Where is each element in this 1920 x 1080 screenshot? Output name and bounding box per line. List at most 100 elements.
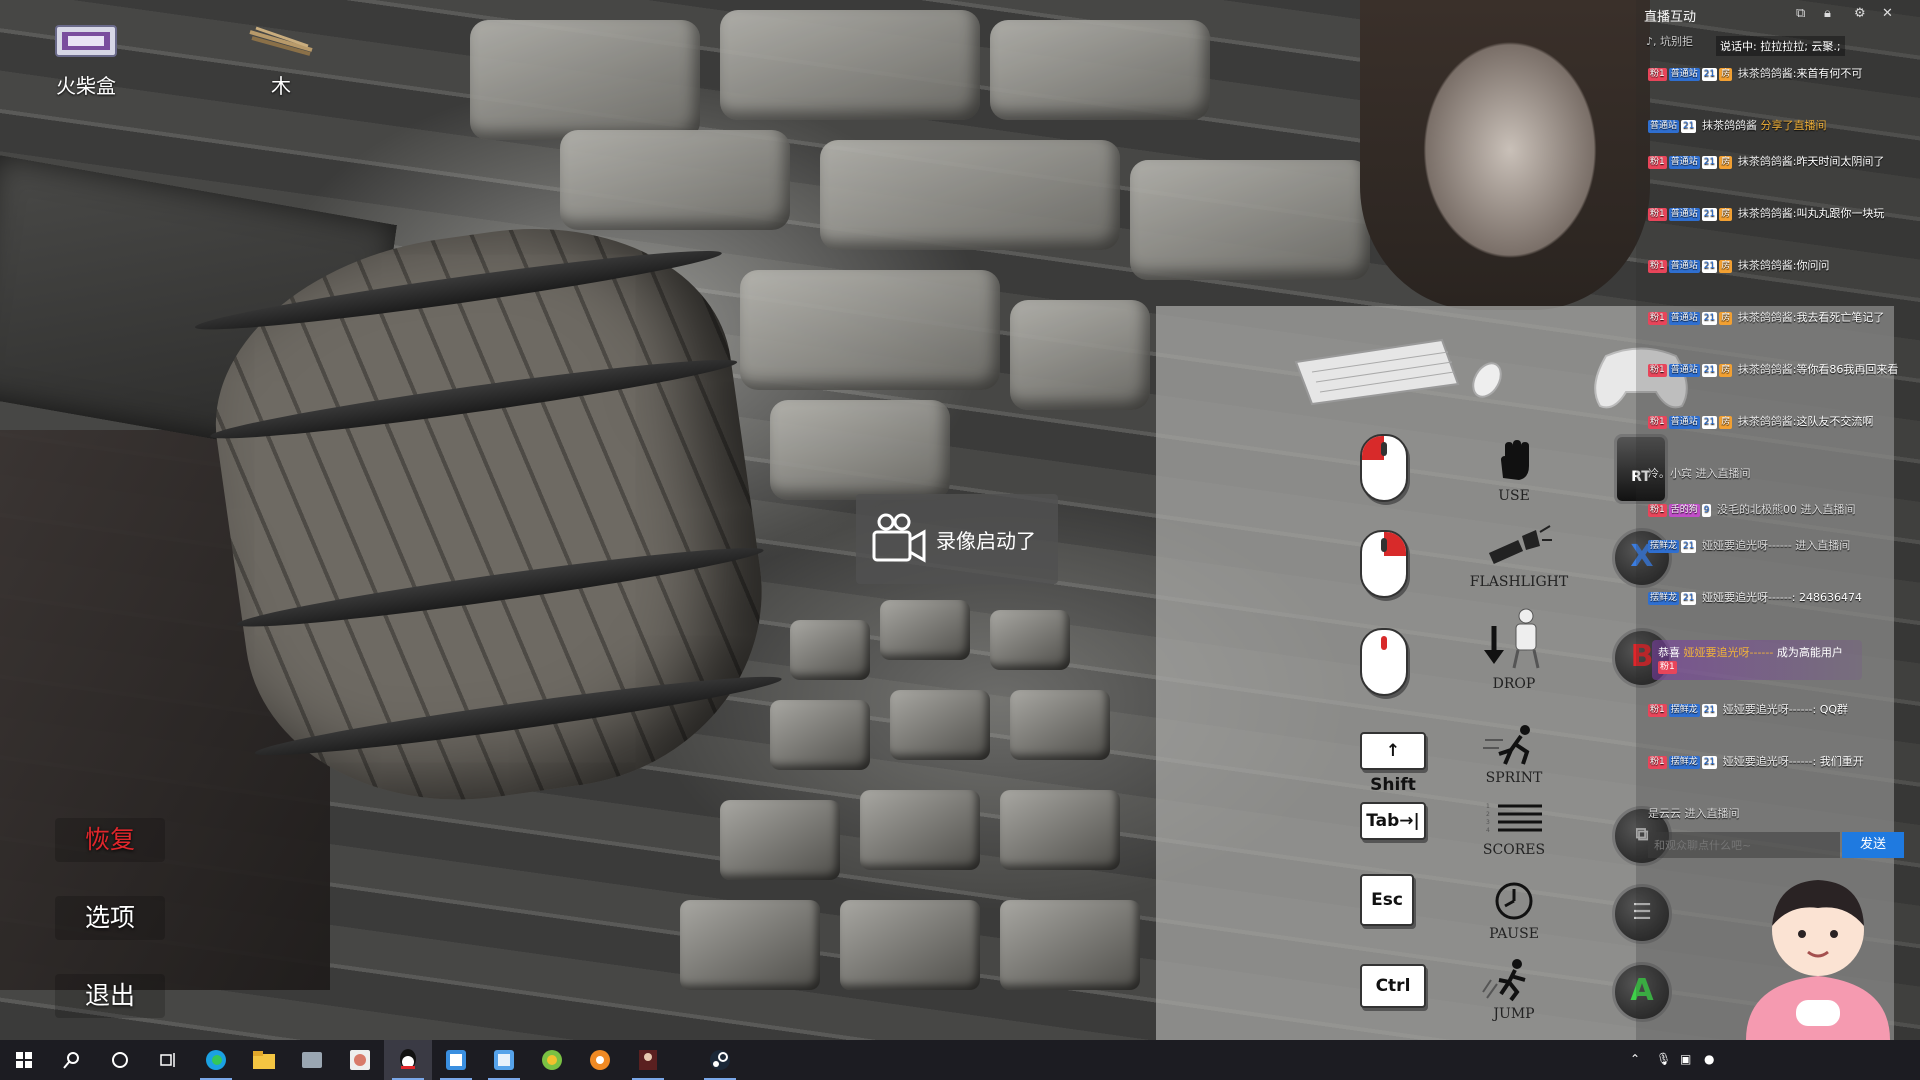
options-menu-item[interactable]: 选项 (55, 896, 165, 940)
task-view-icon[interactable] (144, 1040, 192, 1080)
wall-stone (560, 130, 790, 230)
chat-message: 普通站 21 抹茶鸽鸽酱 分享了直播间 (1648, 119, 1827, 133)
windows-start-icon[interactable] (0, 1040, 48, 1080)
chat-message: 是云云 进入直播间 (1648, 807, 1740, 820)
cobblestone (840, 900, 980, 990)
wall-stone (1010, 300, 1150, 410)
tab-key: Tab→| (1360, 802, 1426, 840)
jump-action: JUMP (1464, 958, 1564, 1022)
inventory-label: 火柴盒 (56, 74, 116, 98)
app-icon[interactable] (528, 1040, 576, 1080)
inventory-slot[interactable]: 木 (246, 24, 316, 99)
right-mouse-button-icon (1360, 530, 1408, 598)
esc-key: Esc (1360, 874, 1414, 926)
chat-message: 粉1 摆鲜龙 21 娅娅要追光呀------: QQ群 (1648, 703, 1849, 717)
chat-fragment: ♪, 坑别拒 (1646, 35, 1694, 48)
wall-stone (990, 20, 1210, 120)
cobblestone (1010, 690, 1110, 760)
tray-chevron-icon[interactable]: ⌃ (1630, 1052, 1640, 1066)
network-icon[interactable]: ▣ (1680, 1052, 1691, 1066)
chat-message: 粉1 普通站 21 房 抹茶鸽鸽酱:你问问 (1648, 259, 1830, 273)
chat-message: 粉1 普通站 21 房 抹茶鸽鸽酱:等你看86我再回来看 (1648, 363, 1899, 377)
cobblestone (1000, 900, 1140, 990)
wall-stone (770, 400, 950, 500)
app-icon[interactable] (288, 1040, 336, 1080)
app-icon[interactable] (576, 1040, 624, 1080)
chat-message: 粉1 普通站 21 房 抹茶鸽鸽酱:这队友不交流啊 (1648, 415, 1874, 429)
chat-message: 粉1 普通站 21 房 抹茶鸽鸽酱:叫丸丸跟你一块玩 (1648, 207, 1885, 221)
file-explorer-icon[interactable] (240, 1040, 288, 1080)
chat-message: 摆鲜龙 21 娅娅要追光呀------: 248636474 (1648, 591, 1862, 605)
popout-icon[interactable]: ⧉ (1796, 6, 1805, 21)
tray-app-icon[interactable]: ● (1704, 1052, 1714, 1066)
scores-icon: 1234 (1486, 803, 1542, 834)
cobblestone (990, 610, 1070, 670)
keyboard-icon (1294, 338, 1460, 406)
toast-text: 录像启动了 (936, 528, 1036, 553)
wall-stone (820, 140, 1120, 250)
hand-icon (1501, 440, 1529, 480)
flashlight-action: FLASHLIGHT (1464, 524, 1574, 590)
sprint-action: SPRINT (1464, 724, 1564, 786)
chat-message: 摆鲜龙 21 娅娅要追光呀------ 进入直播间 (1648, 539, 1851, 553)
qq-icon[interactable] (384, 1040, 432, 1080)
cobblestone (860, 790, 980, 870)
close-icon[interactable]: ✕ (1882, 6, 1893, 21)
send-button[interactable]: 发送 (1842, 832, 1904, 858)
matchbox-icon (55, 25, 117, 57)
svg-text:2: 2 (1486, 811, 1490, 818)
mouse-icon (1472, 362, 1502, 398)
chat-message: 粉1 普通站 21 房 抹茶鸽鸽酱:来首有何不可 (1648, 67, 1863, 81)
app-icon[interactable] (624, 1040, 672, 1080)
left-mouse-button-icon (1360, 434, 1408, 502)
cobblestone (790, 620, 870, 680)
microphone-icon[interactable]: 🎙︎ (1656, 1052, 1671, 1066)
exit-menu-item[interactable]: 退出 (55, 974, 165, 1018)
cobblestone (1000, 790, 1120, 870)
shift-key: ↑ Shift (1360, 732, 1426, 795)
chat-message: 粉1 普通站 21 房 抹茶鸽鸽酱:昨天时间太阴间了 (1648, 155, 1885, 169)
chat-message: 粉1 摆鲜龙 21 娅娅要追光呀------: 我们重开 (1648, 755, 1864, 769)
wall-stone (720, 10, 980, 120)
drop-action: DROP (1464, 606, 1564, 692)
svg-text:4: 4 (1486, 827, 1490, 834)
chat-input[interactable] (1648, 832, 1840, 858)
steam-icon[interactable] (696, 1040, 744, 1080)
wall-stone (470, 20, 700, 140)
ctrl-key: Ctrl (1360, 964, 1426, 1008)
scores-action: 1234 SCORES (1482, 803, 1546, 858)
app-icon[interactable] (336, 1040, 384, 1080)
cortana-icon[interactable] (96, 1040, 144, 1080)
cobblestone (880, 600, 970, 660)
flashlight-icon (1488, 525, 1552, 564)
high-energy-user-notice: 恭喜 娅娅要追光呀------ 成为高能用户 粉1 (1652, 640, 1862, 680)
jump-icon (1482, 959, 1526, 1002)
middle-mouse-button-icon (1360, 628, 1408, 696)
clock-icon (1495, 882, 1533, 920)
chat-title: 直播互动 (1644, 10, 1697, 25)
pause-action: PAUSE (1464, 880, 1564, 942)
edge-icon[interactable] (192, 1040, 240, 1080)
app-icon[interactable] (480, 1040, 528, 1080)
cobblestone (680, 900, 820, 990)
cobblestone (720, 800, 840, 880)
speaking-indicator: 说话中: 拉拉拉拉; 云聚.; (1716, 36, 1845, 56)
settings-icon[interactable]: ⚙ (1854, 6, 1866, 21)
use-action: USE (1464, 438, 1564, 504)
app-icon[interactable] (432, 1040, 480, 1080)
resume-menu-item[interactable]: 恢复 (55, 818, 165, 862)
svg-text:3: 3 (1486, 819, 1490, 826)
drop-icon (1484, 608, 1540, 669)
search-icon[interactable] (48, 1040, 96, 1080)
wall-stone (740, 270, 1000, 390)
wood-sticks-icon (249, 26, 313, 56)
sprint-icon (1483, 725, 1530, 765)
streamer-avatar (1746, 880, 1890, 1040)
lock-icon[interactable]: 🔒︎ (1824, 6, 1831, 21)
inventory-slot[interactable]: 火柴盒 (54, 24, 118, 99)
character-head (1360, 0, 1650, 310)
inventory-label: 木 (271, 74, 291, 98)
camera-icon (872, 513, 926, 563)
cobblestone (770, 700, 870, 770)
chat-message: 冷。小宾 进入直播间 (1648, 467, 1751, 480)
